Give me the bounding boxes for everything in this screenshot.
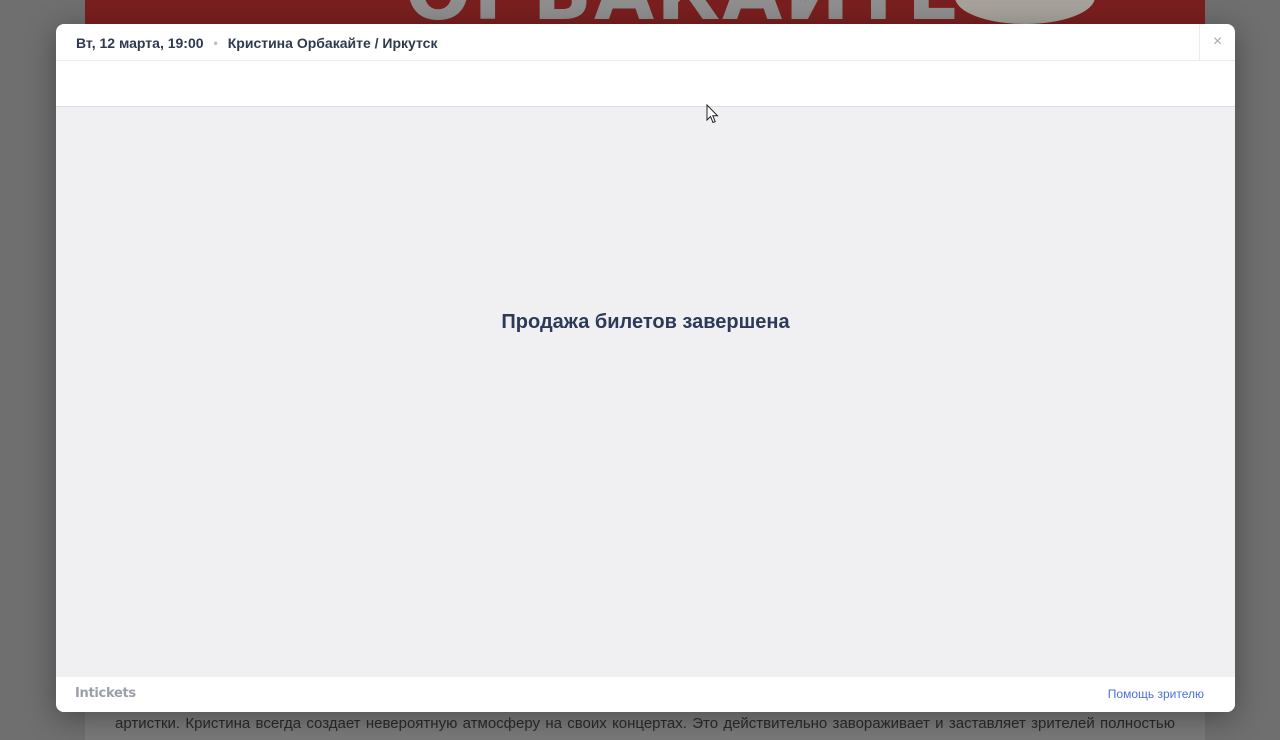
intickets-logo: Intickets — [75, 686, 136, 701]
modal-toolbar — [56, 61, 1235, 107]
event-info: Вт, 12 марта, 19:00 • Кристина Орбакайте… — [76, 35, 437, 51]
modal-footer: Intickets Помощь зрителю — [56, 677, 1235, 712]
close-icon[interactable]: × — [1213, 33, 1222, 51]
modal-header: Вт, 12 марта, 19:00 • Кристина Орбакайте… — [56, 24, 1235, 61]
close-button[interactable]: × — [1199, 24, 1235, 60]
event-date: Вт, 12 марта, 19:00 — [76, 35, 204, 51]
modal-body: Продажа билетов завершена — [56, 107, 1235, 677]
event-title: Кристина Орбакайте / Иркутск — [227, 35, 438, 51]
ticket-modal: Вт, 12 марта, 19:00 • Кристина Орбакайте… — [56, 24, 1235, 712]
separator-dot: • — [213, 36, 218, 50]
help-link[interactable]: Помощь зрителю — [1108, 687, 1204, 701]
mouse-cursor-icon — [706, 104, 719, 124]
sold-out-message: Продажа билетов завершена — [501, 311, 790, 333]
